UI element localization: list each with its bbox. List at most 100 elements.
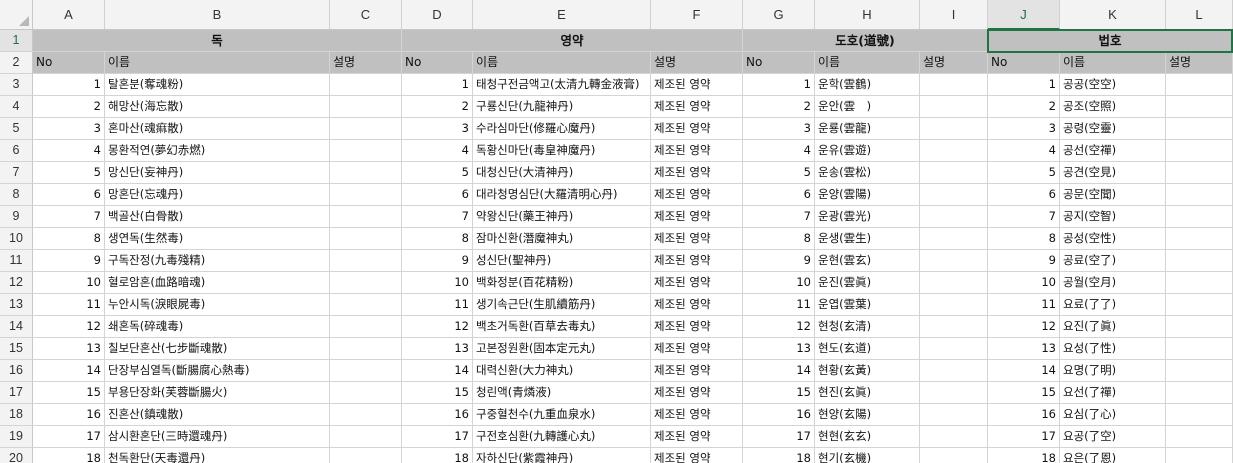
- table-cell[interactable]: 16: [743, 404, 815, 426]
- table-cell[interactable]: 제조된 영약: [651, 338, 743, 360]
- table-cell[interactable]: [920, 228, 988, 250]
- table-cell[interactable]: 1: [402, 74, 473, 96]
- table-cell[interactable]: [1166, 448, 1233, 463]
- row-header-13[interactable]: 13: [0, 294, 33, 316]
- table-cell[interactable]: [1166, 96, 1233, 118]
- table-cell[interactable]: [1166, 250, 1233, 272]
- row-header-1[interactable]: 1: [0, 30, 33, 52]
- subheader-cell[interactable]: No: [743, 52, 815, 74]
- column-header-h[interactable]: H: [815, 0, 920, 30]
- table-cell[interactable]: 제조된 영약: [651, 206, 743, 228]
- table-cell[interactable]: 17: [743, 426, 815, 448]
- subheader-cell[interactable]: 설명: [651, 52, 743, 74]
- column-header-l[interactable]: L: [1166, 0, 1233, 30]
- table-cell[interactable]: 생연독(生然毒): [105, 228, 330, 250]
- row-header-9[interactable]: 9: [0, 206, 33, 228]
- table-cell[interactable]: 몽환적연(夢幻赤燃): [105, 140, 330, 162]
- table-cell[interactable]: 청린액(青燐液): [473, 382, 651, 404]
- table-cell[interactable]: 17: [33, 426, 105, 448]
- table-cell[interactable]: 9: [743, 250, 815, 272]
- table-cell[interactable]: 대력신환(大力神丸): [473, 360, 651, 382]
- table-cell[interactable]: 칠보단혼산(七步斷魂散): [105, 338, 330, 360]
- table-cell[interactable]: 요심(了心): [1060, 404, 1166, 426]
- row-header-10[interactable]: 10: [0, 228, 33, 250]
- spreadsheet-grid[interactable]: A B C D E F G H I J K L 1 2 3 4 5 6 7 8 9 10 11 12 13 14 15 16 17 18 1…: [0, 0, 1233, 463]
- table-cell[interactable]: 쇄혼독(碎魂毒): [105, 316, 330, 338]
- row-header-14[interactable]: 14: [0, 316, 33, 338]
- row-header-5[interactable]: 5: [0, 118, 33, 140]
- table-cell[interactable]: [1166, 360, 1233, 382]
- table-cell[interactable]: 운엽(雲葉): [815, 294, 920, 316]
- table-cell[interactable]: 제조된 영약: [651, 272, 743, 294]
- table-cell[interactable]: 4: [743, 140, 815, 162]
- table-cell[interactable]: 운룡(雲龍): [815, 118, 920, 140]
- table-cell[interactable]: 운생(雲生): [815, 228, 920, 250]
- table-cell[interactable]: [330, 426, 402, 448]
- table-cell[interactable]: 잠마신환(潛魔神丸): [473, 228, 651, 250]
- table-cell[interactable]: [1166, 272, 1233, 294]
- table-cell[interactable]: [330, 448, 402, 463]
- row-header-18[interactable]: 18: [0, 404, 33, 426]
- table-cell[interactable]: 3: [988, 118, 1060, 140]
- table-cell[interactable]: 7: [402, 206, 473, 228]
- table-cell[interactable]: [330, 382, 402, 404]
- table-cell[interactable]: 7: [33, 206, 105, 228]
- table-cell[interactable]: [330, 272, 402, 294]
- table-cell[interactable]: [1166, 140, 1233, 162]
- select-all-corner[interactable]: [0, 0, 33, 30]
- table-cell[interactable]: 14: [743, 360, 815, 382]
- table-cell[interactable]: [330, 294, 402, 316]
- table-cell[interactable]: 공료(空了): [1060, 250, 1166, 272]
- table-cell[interactable]: [920, 448, 988, 463]
- column-header-i[interactable]: I: [920, 0, 988, 30]
- column-header-e[interactable]: E: [473, 0, 651, 30]
- table-cell[interactable]: 제조된 영약: [651, 448, 743, 463]
- table-cell[interactable]: 8: [33, 228, 105, 250]
- table-cell[interactable]: 8: [743, 228, 815, 250]
- table-cell[interactable]: 운현(雲玄): [815, 250, 920, 272]
- row-header-17[interactable]: 17: [0, 382, 33, 404]
- row-header-7[interactable]: 7: [0, 162, 33, 184]
- table-cell[interactable]: 6: [743, 184, 815, 206]
- table-cell[interactable]: 16: [402, 404, 473, 426]
- table-cell[interactable]: 17: [402, 426, 473, 448]
- table-cell[interactable]: 요선(了禪): [1060, 382, 1166, 404]
- table-cell[interactable]: 제조된 영약: [651, 184, 743, 206]
- table-cell[interactable]: 수라심마단(修羅心魔丹): [473, 118, 651, 140]
- table-cell[interactable]: [1166, 162, 1233, 184]
- table-cell[interactable]: [330, 404, 402, 426]
- table-cell[interactable]: 2: [402, 96, 473, 118]
- table-cell[interactable]: 1: [988, 74, 1060, 96]
- table-cell[interactable]: [330, 140, 402, 162]
- table-cell[interactable]: 4: [402, 140, 473, 162]
- table-cell[interactable]: 제조된 영약: [651, 140, 743, 162]
- table-cell[interactable]: [920, 96, 988, 118]
- column-header-k[interactable]: K: [1060, 0, 1166, 30]
- table-cell[interactable]: 운광(雲光): [815, 206, 920, 228]
- subheader-cell[interactable]: No: [402, 52, 473, 74]
- table-cell[interactable]: 백초거독환(百草去毒丸): [473, 316, 651, 338]
- table-cell[interactable]: [1166, 316, 1233, 338]
- table-cell[interactable]: 13: [743, 338, 815, 360]
- table-cell[interactable]: 운진(雲眞): [815, 272, 920, 294]
- table-cell[interactable]: [1166, 426, 1233, 448]
- table-cell[interactable]: [920, 118, 988, 140]
- table-cell[interactable]: 10: [402, 272, 473, 294]
- table-cell[interactable]: 천독환단(天毒還丹): [105, 448, 330, 463]
- table-cell[interactable]: 망혼단(忘魂丹): [105, 184, 330, 206]
- table-cell[interactable]: 누안시독(淚眼屍毒): [105, 294, 330, 316]
- table-cell[interactable]: 현청(玄清): [815, 316, 920, 338]
- table-cell[interactable]: 6: [988, 184, 1060, 206]
- table-cell[interactable]: 14: [402, 360, 473, 382]
- table-cell[interactable]: [1166, 294, 1233, 316]
- table-cell[interactable]: [920, 272, 988, 294]
- table-cell[interactable]: 요진(了眞): [1060, 316, 1166, 338]
- table-cell[interactable]: 공성(空性): [1060, 228, 1166, 250]
- table-cell[interactable]: 운양(雲陽): [815, 184, 920, 206]
- table-cell[interactable]: [1166, 118, 1233, 140]
- table-cell[interactable]: [330, 162, 402, 184]
- table-cell[interactable]: 제조된 영약: [651, 316, 743, 338]
- table-cell[interactable]: 공월(空月): [1060, 272, 1166, 294]
- table-cell[interactable]: 운학(雲鶴): [815, 74, 920, 96]
- table-cell[interactable]: 제조된 영약: [651, 404, 743, 426]
